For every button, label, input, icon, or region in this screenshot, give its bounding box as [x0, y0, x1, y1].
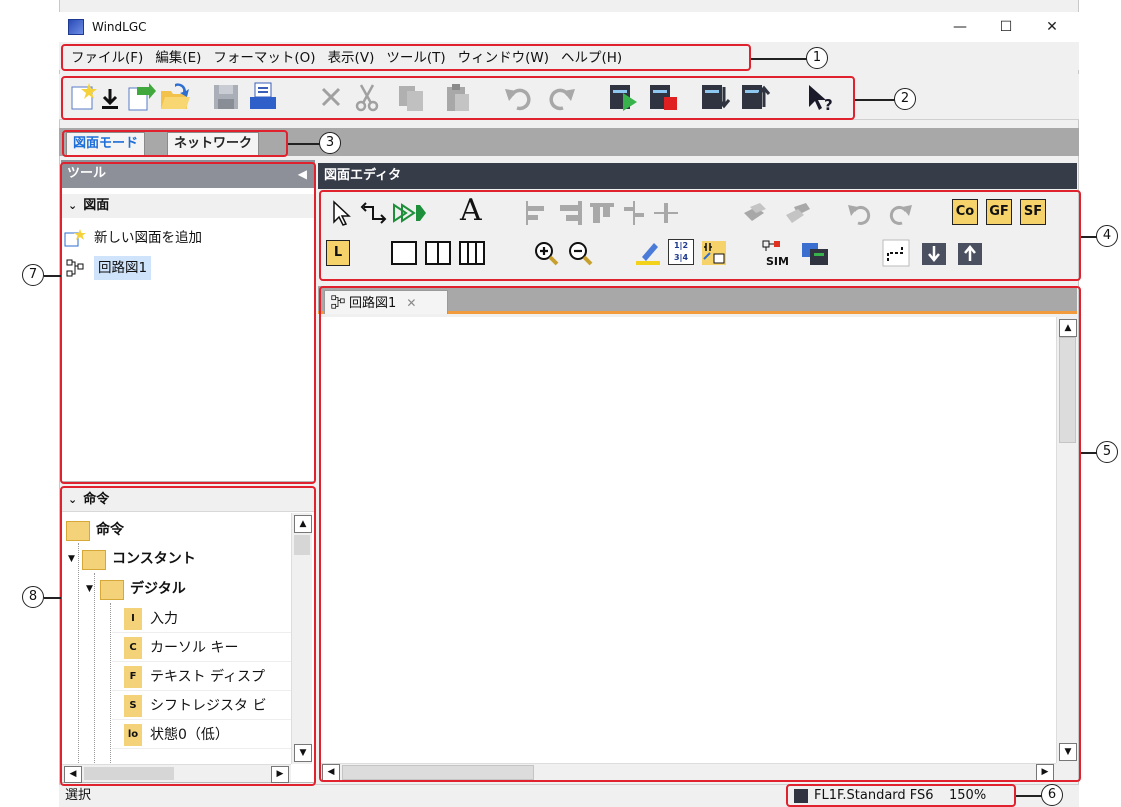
callout-frame-mode-tabs — [62, 130, 288, 157]
callout-frame-tool-panel — [60, 162, 316, 484]
maximize-button[interactable]: ☐ — [983, 12, 1029, 42]
app-logo-icon — [68, 19, 84, 35]
callout-number-7: 7 — [22, 264, 44, 286]
callout-number-2: 2 — [894, 88, 916, 110]
callout-leader — [44, 275, 61, 277]
callout-number-1: 1 — [806, 47, 828, 69]
callout-leader — [855, 99, 895, 101]
callout-frame-editor-toolbar — [319, 190, 1081, 281]
callout-leader — [751, 58, 807, 60]
callout-frame-status — [786, 784, 1016, 807]
close-button[interactable]: ✕ — [1029, 12, 1075, 42]
status-text: 選択 — [65, 788, 92, 803]
callout-frame-editor — [319, 286, 1081, 782]
callout-leader — [1016, 795, 1042, 797]
callout-number-5: 5 — [1096, 441, 1118, 463]
callout-leader — [44, 597, 61, 599]
callout-frame-main-toolbar — [61, 76, 855, 120]
minimize-button[interactable]: — — [937, 12, 983, 42]
callout-frame-menu — [61, 44, 751, 71]
title-bar: WindLGC — ☐ ✕ — [59, 12, 1079, 42]
callout-number-4: 4 — [1096, 225, 1118, 247]
callout-number-6: 6 — [1041, 784, 1063, 806]
callout-leader — [1081, 452, 1097, 454]
callout-frame-command-panel — [60, 486, 316, 786]
callout-leader — [1081, 236, 1097, 238]
callout-number-3: 3 — [319, 132, 341, 154]
diagram-editor-header: 図面エディタ — [318, 163, 1077, 189]
callout-number-8: 8 — [22, 586, 44, 608]
window-title: WindLGC — [92, 20, 147, 34]
callout-leader — [288, 143, 320, 145]
